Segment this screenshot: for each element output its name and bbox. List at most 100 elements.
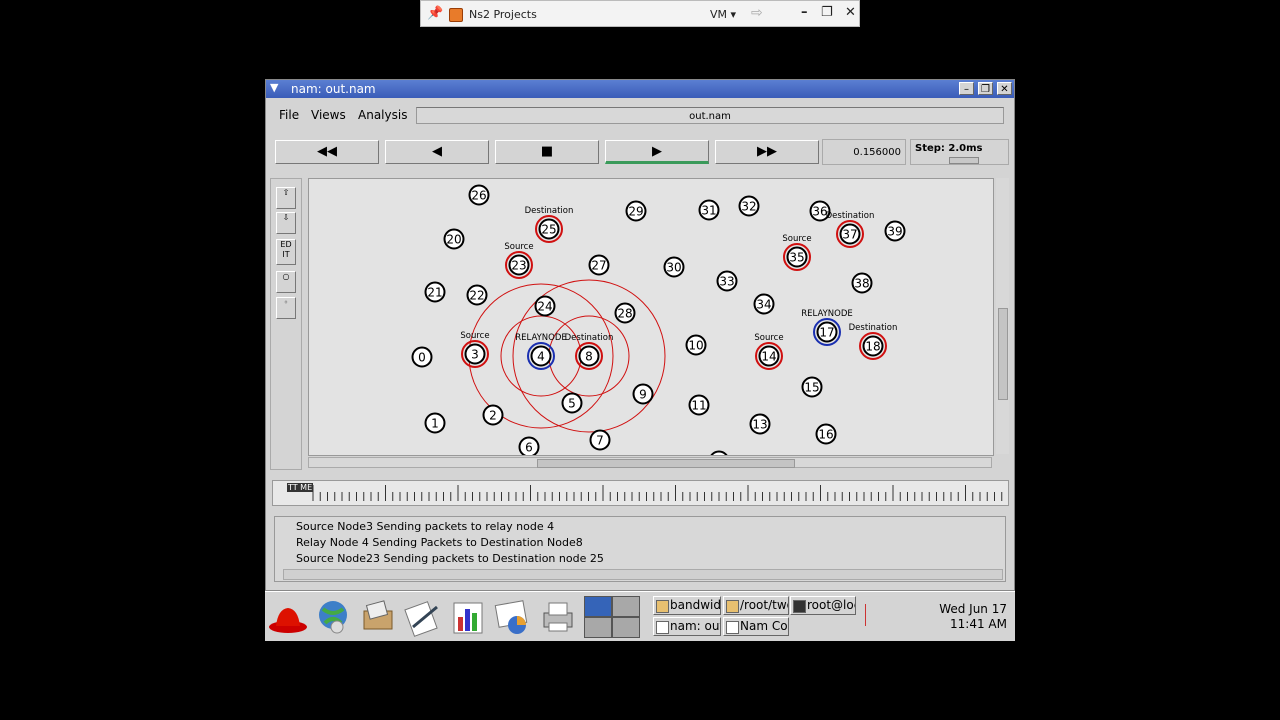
- node-id: 3: [471, 348, 479, 362]
- restore-button[interactable]: ❐: [821, 5, 833, 20]
- node-28[interactable]: 28: [614, 302, 636, 324]
- clock[interactable]: Wed Jun 17 11:41 AM: [937, 602, 1007, 632]
- horizontal-scrollbar[interactable]: [308, 457, 992, 468]
- node-39[interactable]: 39: [884, 220, 906, 242]
- node-17[interactable]: 17 RELAYNODE: [801, 309, 853, 346]
- node-27[interactable]: 27: [588, 254, 610, 276]
- node-35[interactable]: 35 Source: [782, 234, 812, 271]
- remote-session-bar: 📌 Ns2 Projects VM ▾ ⇨ – ❐ ✕: [420, 0, 860, 27]
- window-minimize-button[interactable]: –: [959, 82, 974, 95]
- node-18[interactable]: 18 Destination: [849, 323, 898, 360]
- task-bandwidth[interactable]: bandwidt: [653, 596, 721, 615]
- vertical-scroll-thumb[interactable]: [998, 308, 1008, 400]
- mail-icon[interactable]: [358, 597, 398, 637]
- step-slider[interactable]: [949, 157, 979, 164]
- redhat-menu-icon[interactable]: [268, 597, 308, 637]
- menu-views[interactable]: Views: [311, 108, 346, 122]
- workspace-3[interactable]: [584, 617, 612, 638]
- presentation-icon[interactable]: [493, 597, 533, 637]
- task-root-two[interactable]: /root/two: [723, 596, 789, 615]
- node-id: 0: [418, 351, 426, 365]
- node-4[interactable]: 4 RELAYNODE: [515, 333, 567, 370]
- vm-menu[interactable]: VM ▾: [710, 8, 736, 21]
- circle-tool-icon[interactable]: ○: [276, 271, 296, 293]
- node-30[interactable]: 30: [663, 256, 685, 278]
- minimize-button[interactable]: –: [801, 5, 808, 20]
- node-15[interactable]: 15: [801, 376, 823, 398]
- window-menu-icon[interactable]: ▼: [270, 81, 278, 94]
- pin-icon[interactable]: 📌: [427, 6, 443, 21]
- forward-icon[interactable]: ⇨: [751, 5, 763, 21]
- window-titlebar[interactable]: ▼ nam: out.nam – ❐ ✕: [266, 80, 1014, 98]
- node-33[interactable]: 33: [716, 270, 738, 292]
- node-24[interactable]: 24: [534, 295, 556, 317]
- node-38[interactable]: 38: [851, 272, 873, 294]
- window-title: nam: out.nam: [291, 82, 376, 96]
- node-29[interactable]: 29: [625, 200, 647, 222]
- task-nam-console[interactable]: Nam Cor: [723, 617, 789, 636]
- node-13[interactable]: 13: [749, 413, 771, 435]
- spreadsheet-icon[interactable]: [448, 597, 488, 637]
- play-button[interactable]: ▶: [605, 140, 709, 164]
- node-id: 20: [446, 233, 461, 247]
- node-12[interactable]: 12: [710, 450, 729, 456]
- node-9[interactable]: 9: [632, 383, 654, 405]
- node-10[interactable]: 10: [685, 334, 707, 356]
- workspace-1[interactable]: [584, 596, 612, 617]
- task-nam-out[interactable]: nam: out: [653, 617, 721, 636]
- node-20[interactable]: 20: [443, 228, 465, 250]
- node-32[interactable]: 32: [738, 195, 760, 217]
- window-maximize-button[interactable]: ❐: [978, 82, 993, 95]
- window-close-button[interactable]: ✕: [997, 82, 1012, 95]
- node-1[interactable]: 1: [424, 412, 446, 434]
- node-6[interactable]: 6: [518, 436, 540, 456]
- node-22[interactable]: 22: [466, 284, 488, 306]
- node-23[interactable]: 23 Source: [504, 242, 534, 279]
- fast-forward-button[interactable]: ▶▶: [715, 140, 819, 164]
- zoom-out-icon[interactable]: ⇩: [276, 212, 296, 234]
- node-8[interactable]: 8 Destination: [565, 333, 614, 370]
- node-11[interactable]: 11: [688, 394, 710, 416]
- node-26[interactable]: 26: [468, 184, 490, 206]
- edit-button[interactable]: ED IT: [276, 239, 296, 265]
- clock-time: 11:41 AM: [950, 617, 1007, 631]
- node-id: 9: [639, 388, 647, 402]
- node-21[interactable]: 21: [424, 281, 446, 303]
- task-terminal[interactable]: root@loc: [790, 596, 856, 615]
- window-icon: [726, 621, 739, 634]
- writer-icon[interactable]: [403, 597, 443, 637]
- rewind-button[interactable]: ◀◀: [275, 140, 379, 164]
- close-button[interactable]: ✕: [845, 5, 856, 20]
- node-16[interactable]: 16: [815, 423, 837, 445]
- node-14[interactable]: 14 Source: [754, 333, 784, 370]
- node-2[interactable]: 2: [482, 404, 504, 426]
- node-3[interactable]: 3 Source: [460, 331, 490, 368]
- node-0[interactable]: 0: [411, 346, 433, 368]
- node-34[interactable]: 34: [753, 293, 775, 315]
- browser-globe-icon[interactable]: [313, 597, 353, 637]
- horizontal-scroll-thumb[interactable]: [537, 459, 795, 468]
- vertical-scrollbar[interactable]: [996, 178, 1009, 454]
- workspace-2[interactable]: [612, 596, 640, 617]
- node-7[interactable]: 7: [589, 429, 611, 451]
- printer-icon[interactable]: [538, 597, 578, 637]
- workspace-switcher[interactable]: [584, 596, 640, 638]
- network-canvas[interactable]: 26 25 Destination 29 31 32 36 37 Destination 39 20…: [308, 178, 994, 456]
- stop-button[interactable]: ■: [495, 140, 599, 164]
- menu-analysis[interactable]: Analysis: [358, 108, 407, 122]
- node-31[interactable]: 31: [698, 199, 720, 221]
- workspace-4[interactable]: [612, 617, 640, 638]
- node-5[interactable]: 5: [561, 392, 583, 414]
- nam-window: ▼ nam: out.nam – ❐ ✕ File Views Analysis…: [265, 79, 1015, 591]
- node-id: 2: [489, 409, 497, 423]
- timeline[interactable]: TT ME: [272, 480, 1009, 506]
- menu-file[interactable]: File: [279, 108, 299, 122]
- node-label: Destination: [826, 211, 875, 221]
- node-25[interactable]: 25 Destination: [525, 206, 574, 243]
- step-back-button[interactable]: ◀: [385, 140, 489, 164]
- zoom-in-icon[interactable]: ⇧: [276, 187, 296, 209]
- node-37[interactable]: 37 Destination: [826, 211, 875, 248]
- small-circle-tool-icon[interactable]: ◦: [276, 297, 296, 319]
- node-id: 21: [427, 286, 442, 300]
- log-scrollbar[interactable]: [283, 569, 1003, 580]
